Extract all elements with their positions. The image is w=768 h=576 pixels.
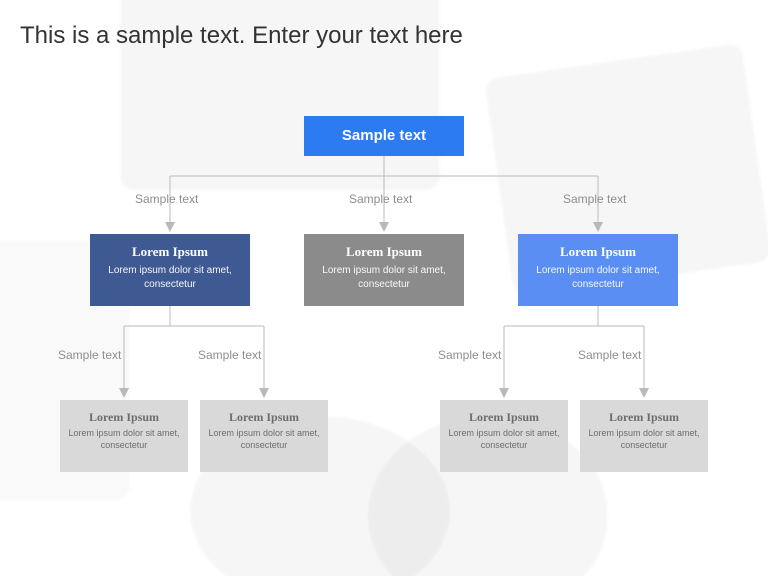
edge-label: Sample text: [349, 192, 412, 206]
node-desc: Lorem ipsum dolor sit amet, consectetur: [98, 264, 242, 291]
leaf-node-a: Lorem Ipsum Lorem ipsum dolor sit amet, …: [60, 400, 188, 472]
node-desc: Lorem ipsum dolor sit amet, consectetur: [526, 264, 670, 291]
slide-heading: This is a sample text. Enter your text h…: [20, 22, 463, 50]
edge-label: Sample text: [198, 348, 261, 362]
mid-node-c: Lorem Ipsum Lorem ipsum dolor sit amet, …: [518, 234, 678, 306]
node-desc: Lorem ipsum dolor sit amet, consectetur: [66, 428, 182, 451]
leaf-node-c: Lorem Ipsum Lorem ipsum dolor sit amet, …: [440, 400, 568, 472]
node-title: Lorem Ipsum: [206, 410, 322, 425]
mid-node-a: Lorem Ipsum Lorem ipsum dolor sit amet, …: [90, 234, 250, 306]
node-title: Lorem Ipsum: [312, 244, 456, 260]
node-title: Lorem Ipsum: [66, 410, 182, 425]
edge-label: Sample text: [135, 192, 198, 206]
node-desc: Lorem ipsum dolor sit amet, consectetur: [312, 264, 456, 291]
root-node: Sample text: [304, 116, 464, 156]
node-desc: Lorem ipsum dolor sit amet, consectetur: [586, 428, 702, 451]
edge-label: Sample text: [438, 348, 501, 362]
edge-label: Sample text: [563, 192, 626, 206]
leaf-node-d: Lorem Ipsum Lorem ipsum dolor sit amet, …: [580, 400, 708, 472]
node-title: Lorem Ipsum: [526, 244, 670, 260]
edge-label: Sample text: [58, 348, 121, 362]
node-title: Lorem Ipsum: [446, 410, 562, 425]
node-title: Lorem Ipsum: [586, 410, 702, 425]
node-desc: Lorem ipsum dolor sit amet, consectetur: [206, 428, 322, 451]
edge-label: Sample text: [578, 348, 641, 362]
mid-node-b: Lorem Ipsum Lorem ipsum dolor sit amet, …: [304, 234, 464, 306]
node-desc: Lorem ipsum dolor sit amet, consectetur: [446, 428, 562, 451]
leaf-node-b: Lorem Ipsum Lorem ipsum dolor sit amet, …: [200, 400, 328, 472]
node-title: Lorem Ipsum: [98, 244, 242, 260]
